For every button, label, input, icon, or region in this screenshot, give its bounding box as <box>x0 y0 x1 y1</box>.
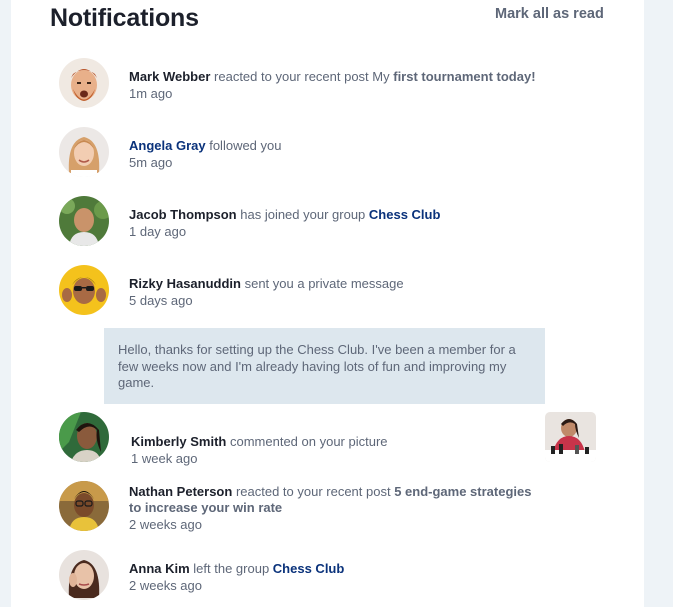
post-link[interactable]: 5 end-game strategies <box>394 484 531 499</box>
notification-text: Nathan Peterson reacted to your recent p… <box>129 484 531 500</box>
notification-action: reacted to your recent post My <box>214 69 394 84</box>
avatar-kimberly-smith[interactable] <box>59 412 109 462</box>
notification-text: Mark Webber reacted to your recent post … <box>129 69 536 85</box>
notification-action: sent you a private message <box>244 276 404 291</box>
notifications-card: Notifications Mark all as read Mark Webb… <box>11 0 644 607</box>
timestamp: 2 weeks ago <box>129 578 202 593</box>
user-name[interactable]: Jacob Thompson <box>129 207 237 222</box>
notification-text: Rizky Hasanuddin sent you a private mess… <box>129 276 404 292</box>
notification-action: has joined your group <box>240 207 369 222</box>
notification-text-continued: to increase your win rate <box>129 500 282 516</box>
group-link[interactable]: Chess Club <box>273 561 345 576</box>
user-name[interactable]: Rizky Hasanuddin <box>129 276 241 291</box>
chess-picture[interactable] <box>545 412 596 462</box>
post-link[interactable]: first tournament today! <box>393 69 535 84</box>
notification-action: left the group <box>193 561 273 576</box>
user-name[interactable]: Anna Kim <box>129 561 190 576</box>
timestamp: 1m ago <box>129 86 173 101</box>
timestamp: 1 day ago <box>129 224 187 239</box>
user-name[interactable]: Kimberly Smith <box>131 434 226 449</box>
private-message[interactable]: Hello, thanks for setting up the Chess C… <box>104 328 545 404</box>
user-name[interactable]: Mark Webber <box>129 69 210 84</box>
mark-all-as-read-button[interactable]: Mark all as read <box>495 6 604 22</box>
group-link[interactable]: Chess Club <box>369 207 441 222</box>
avatar-angela-gray[interactable] <box>59 127 109 177</box>
timestamp: 2 weeks ago <box>129 517 202 532</box>
timestamp: 5 days ago <box>129 293 193 308</box>
notification-text: Anna Kim left the group Chess Club <box>129 561 344 577</box>
user-name[interactable]: Nathan Peterson <box>129 484 232 499</box>
notification-action: followed you <box>209 138 282 153</box>
avatar-rizky-hasanuddin[interactable] <box>59 265 109 315</box>
notification-text: Jacob Thompson has joined your group Che… <box>129 207 440 223</box>
timestamp: 5m ago <box>129 155 173 170</box>
avatar-jacob-thompson[interactable] <box>59 196 109 246</box>
avatar-mark-webber[interactable] <box>59 58 109 108</box>
notification-text: Angela Gray followed you <box>129 138 282 154</box>
notification-text: Kimberly Smith commented on your picture <box>131 434 388 450</box>
page-title: Notifications <box>50 4 199 32</box>
user-name[interactable]: Angela Gray <box>129 138 206 153</box>
avatar-anna-kim[interactable] <box>59 550 109 600</box>
post-link-continued[interactable]: to increase your win rate <box>129 500 282 515</box>
notification-action: commented on your picture <box>229 434 388 449</box>
notification-action: reacted to your recent post <box>235 484 395 499</box>
timestamp: 1 week ago <box>131 451 198 466</box>
avatar-nathan-peterson[interactable] <box>59 481 109 531</box>
